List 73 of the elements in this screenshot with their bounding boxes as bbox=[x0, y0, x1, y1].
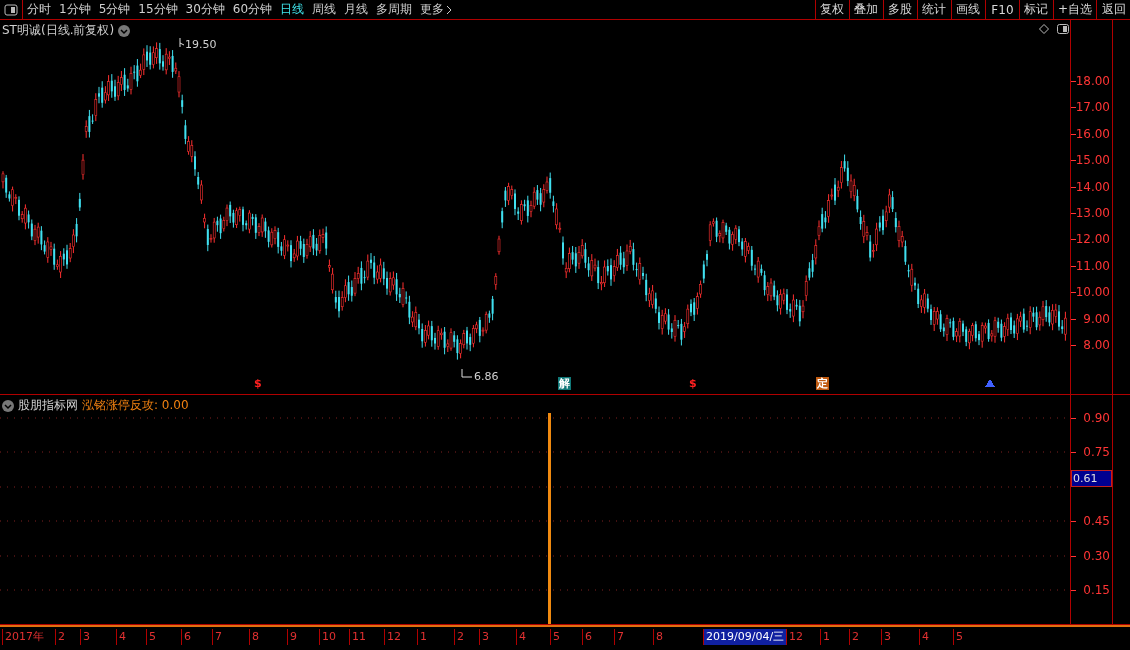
period-tab[interactable]: 分时 bbox=[23, 0, 55, 19]
period-tab[interactable]: 5分钟 bbox=[94, 0, 135, 19]
date-axis-label: 11 bbox=[349, 629, 368, 645]
period-tab[interactable]: 月线 bbox=[340, 0, 373, 19]
stock-title: ST明诚(日线.前复权) bbox=[2, 22, 115, 39]
date-axis-label: 1 bbox=[820, 629, 832, 645]
date-axis-label: 3 bbox=[881, 629, 893, 645]
indicator-axis-label: 0.75 bbox=[1083, 445, 1110, 459]
date-axis-label: 2 bbox=[849, 629, 861, 645]
indicator-axis-label: 0.30 bbox=[1083, 549, 1110, 563]
date-axis-label: 5 bbox=[146, 629, 158, 645]
date-axis-label: 6 bbox=[582, 629, 594, 645]
price-axis-label: 11.00 bbox=[1075, 258, 1110, 273]
date-axis-label: 12 bbox=[384, 629, 403, 645]
leader-line bbox=[460, 369, 472, 379]
indicator-axis-label: 0.15 bbox=[1083, 583, 1110, 597]
date-axis-label: 8 bbox=[653, 629, 665, 645]
indicator-source: 股朋指标网 bbox=[18, 397, 78, 414]
date-axis-label: 4 bbox=[516, 629, 528, 645]
indicator-axis-label: 0.45 bbox=[1083, 514, 1110, 528]
period-tab[interactable]: 1分钟 bbox=[55, 0, 95, 19]
price-axis-label: 13.00 bbox=[1075, 206, 1110, 220]
price-axis-label: 16.00 bbox=[1075, 126, 1110, 141]
date-axis-label: 3 bbox=[479, 629, 491, 645]
price-axis-label: 14.00 bbox=[1075, 179, 1110, 194]
date-axis-label: 4 bbox=[919, 629, 931, 645]
chevron-right-icon bbox=[446, 4, 453, 15]
period-tab[interactable]: 周线 bbox=[308, 0, 341, 19]
date-axis-label: 2019/09/04/三 bbox=[703, 629, 787, 645]
signal-mark: $ bbox=[688, 377, 698, 390]
period-tab[interactable]: 30分钟 bbox=[181, 0, 229, 19]
dropdown-icon[interactable] bbox=[2, 399, 14, 412]
diamond-icon[interactable] bbox=[1039, 24, 1049, 34]
panel-toggle-icon[interactable] bbox=[1057, 24, 1069, 34]
signal-badge: 解 bbox=[558, 377, 571, 390]
date-axis-label: 1 bbox=[417, 629, 429, 645]
period-tab[interactable]: 60分钟 bbox=[228, 0, 277, 19]
period-tab[interactable]: 多周期 bbox=[372, 0, 417, 19]
date-axis-label: 6 bbox=[181, 629, 193, 645]
panel-toggle-icon[interactable] bbox=[4, 3, 18, 16]
indicator-name: 泓铭涨停反攻: 0.00 bbox=[82, 397, 189, 414]
date-axis-label: 5 bbox=[550, 629, 562, 645]
date-axis-label: 7 bbox=[212, 629, 224, 645]
high-price-label: 19.50 bbox=[185, 38, 217, 51]
price-axis-label: 9.00 bbox=[1083, 311, 1110, 326]
price-axis-label: 12.00 bbox=[1075, 232, 1110, 247]
indicator-axis-label: 0.90 bbox=[1083, 411, 1110, 425]
price-axis-label: 10.00 bbox=[1075, 285, 1110, 300]
date-axis-label: 12 bbox=[786, 629, 805, 645]
signal-badge: 定 bbox=[816, 377, 829, 390]
date-axis-label: 2 bbox=[454, 629, 466, 645]
dropdown-icon[interactable] bbox=[118, 24, 131, 37]
period-tab[interactable]: 15分钟 bbox=[134, 0, 182, 19]
up-arrow-icon bbox=[985, 379, 995, 387]
date-axis-label: 2 bbox=[55, 629, 67, 645]
date-axis-label: 9 bbox=[287, 629, 299, 645]
cursor-value-label: 0.61 bbox=[1071, 470, 1112, 487]
price-axis-label: 8.00 bbox=[1083, 338, 1110, 352]
date-axis-label: 8 bbox=[249, 629, 261, 645]
date-axis-label: 3 bbox=[80, 629, 92, 645]
date-axis-label: 2017年 bbox=[2, 629, 46, 645]
price-axis-label: 15.00 bbox=[1075, 153, 1110, 168]
date-axis-label: 4 bbox=[116, 629, 128, 645]
price-axis-label: 18.00 bbox=[1075, 74, 1110, 88]
date-axis-label: 7 bbox=[614, 629, 626, 645]
signal-mark: $ bbox=[253, 377, 263, 390]
period-tab[interactable]: 更多 bbox=[416, 0, 457, 19]
low-price-label: 6.86 bbox=[474, 370, 499, 383]
date-axis-label: 10 bbox=[319, 629, 338, 645]
price-axis-label: 17.00 bbox=[1075, 100, 1110, 115]
leader-line bbox=[176, 38, 184, 48]
date-axis-label: 5 bbox=[953, 629, 965, 645]
period-tab[interactable]: 日线 bbox=[276, 0, 309, 19]
